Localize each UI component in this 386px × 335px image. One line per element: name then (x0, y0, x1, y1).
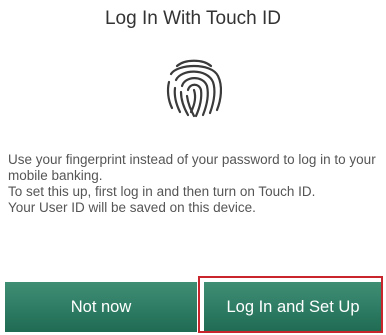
body-line: Your User ID will be saved on this devic… (8, 200, 256, 215)
fingerprint-icon (163, 56, 225, 122)
dialog-title: Log In With Touch ID (104, 8, 282, 29)
touch-id-dialog: Log In With Touch ID Use your fingerprin… (0, 0, 386, 335)
body-line: Use your fingerprint instead of your pas… (8, 152, 376, 183)
not-now-button[interactable]: Not now (5, 282, 197, 332)
dialog-body: Use your fingerprint instead of your pas… (8, 152, 380, 216)
log-in-and-set-up-button[interactable]: Log In and Set Up (204, 282, 382, 332)
body-line: To set this up, first log in and then tu… (8, 184, 316, 199)
